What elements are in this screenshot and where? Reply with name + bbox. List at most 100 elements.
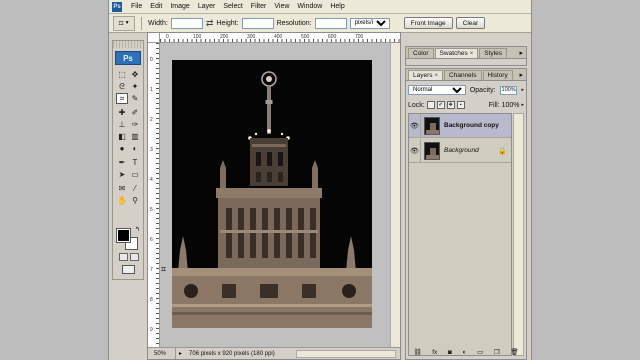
horizontal-scrollbar[interactable] — [296, 349, 396, 358]
crop-tool-icon[interactable]: ⌗ — [116, 93, 128, 104]
menu-filter[interactable]: Filter — [248, 3, 270, 10]
zoom-tool-icon[interactable]: ⚲ — [129, 195, 141, 206]
visibility-eye-icon[interactable]: 👁 — [409, 114, 421, 137]
opacity-slider-icon[interactable]: ▸ — [521, 87, 524, 93]
tab-label: Swatches — [439, 50, 468, 57]
hand-tool-icon[interactable]: ✋ — [116, 195, 128, 206]
foreground-color-swatch[interactable] — [116, 228, 131, 243]
dodge-tool-icon[interactable]: ◐ — [129, 143, 141, 154]
front-image-button[interactable]: Front Image — [403, 17, 453, 29]
layer-row[interactable]: 👁 Background copy — [409, 114, 511, 138]
divider — [141, 16, 142, 30]
light — [267, 129, 271, 133]
tab-layers[interactable]: Layers × — [408, 70, 444, 80]
blur-tool-icon[interactable]: ● — [116, 143, 128, 154]
tab-swatches[interactable]: Swatches × — [434, 48, 479, 58]
fill-field[interactable]: 100% — [502, 102, 520, 109]
panel-menu-icon[interactable]: ▸ — [519, 49, 523, 57]
image-canvas[interactable] — [172, 60, 372, 328]
close-icon[interactable]: × — [435, 73, 439, 79]
spire — [267, 86, 271, 134]
lasso-tool-icon[interactable]: ᘓ — [116, 81, 128, 92]
healing-brush-tool-icon[interactable]: ✚ — [116, 107, 128, 118]
visibility-eye-icon[interactable]: 👁 — [409, 139, 421, 162]
menu-layer[interactable]: Layer — [195, 3, 219, 10]
brush-tool-icon[interactable]: ✐ — [129, 107, 141, 118]
layer-name[interactable]: Background — [444, 147, 479, 154]
resolution-unit-select[interactable]: pixels/inch — [349, 17, 390, 29]
type-tool-icon[interactable]: T — [129, 157, 141, 168]
shape-tool-icon[interactable]: ▭ — [129, 169, 141, 180]
zoom-level[interactable]: 50% — [148, 348, 176, 359]
color-swatches[interactable]: ↰ — [116, 226, 141, 251]
tab-color[interactable]: Color — [408, 48, 434, 58]
gradient-tool-icon[interactable]: ▥ — [129, 131, 141, 142]
clone-stamp-tool-icon[interactable]: ⊥ — [116, 119, 128, 130]
menu-image[interactable]: Image — [167, 3, 192, 10]
clear-button[interactable]: Clear — [455, 17, 486, 29]
window — [256, 172, 261, 182]
canvas-area[interactable]: ⌗ — [161, 44, 400, 347]
ps-logo[interactable]: Ps — [115, 51, 141, 65]
tool-preset-picker[interactable]: ⌗ ▼ — [113, 15, 135, 31]
eraser-tool-icon[interactable]: ◧ — [116, 131, 128, 142]
vertical-scrollbar[interactable] — [390, 43, 400, 349]
delete-layer-icon[interactable]: 🗑 — [510, 348, 518, 356]
layer-style-icon[interactable]: fx — [432, 349, 437, 356]
ruler-vertical[interactable]: 0 1 2 3 4 5 6 7 8 9 — [148, 43, 160, 349]
adjustment-layer-icon[interactable]: ◐ — [463, 349, 467, 356]
toolbox-grip[interactable] — [113, 41, 143, 48]
screen-mode-icon[interactable] — [122, 265, 135, 274]
close-icon[interactable]: × — [470, 51, 474, 57]
blend-mode-select[interactable]: Normal — [408, 85, 466, 95]
new-layer-icon[interactable]: ❐ — [494, 348, 500, 356]
menu-file[interactable]: File — [128, 3, 145, 10]
ruler-horizontal[interactable]: 0 100 200 300 400 500 600 700 — [160, 33, 400, 43]
resolution-field[interactable] — [314, 17, 347, 29]
ruler-origin[interactable] — [148, 33, 160, 43]
eyedropper-tool-icon[interactable]: ⁄ — [129, 183, 141, 194]
lock-transparency-icon[interactable] — [426, 101, 435, 109]
quick-mask-toggle[interactable] — [119, 253, 139, 261]
menu-edit[interactable]: Edit — [147, 3, 165, 10]
photoshop-window: Ps File Edit Image Layer Select Filter V… — [108, 0, 532, 360]
width-field[interactable] — [170, 17, 203, 29]
cornice — [252, 144, 286, 147]
layer-name[interactable]: Background copy — [444, 122, 499, 129]
swap-icon[interactable]: ⇄ — [206, 18, 214, 29]
slice-tool-icon[interactable]: ✎ — [129, 93, 141, 104]
menu-window[interactable]: Window — [294, 3, 325, 10]
tab-channels[interactable]: Channels — [444, 70, 482, 80]
layer-row[interactable]: 👁 Background 🔒 — [409, 139, 511, 163]
quick-mask-mode-icon[interactable] — [130, 253, 139, 261]
lock-position-icon[interactable]: ✥ — [446, 101, 455, 109]
status-menu-icon[interactable]: ▸ — [176, 350, 185, 357]
menu-select[interactable]: Select — [220, 3, 245, 10]
lock-pixels-icon[interactable]: ✐ — [436, 101, 445, 109]
history-brush-tool-icon[interactable]: ✑ — [129, 119, 141, 130]
lock-all-icon[interactable]: ▪ — [456, 101, 465, 109]
notes-tool-icon[interactable]: ✉ — [116, 183, 128, 194]
swap-colors-icon[interactable]: ↰ — [135, 226, 140, 233]
menu-help[interactable]: Help — [327, 3, 347, 10]
marquee-tool-icon[interactable]: ⬚ — [116, 69, 128, 80]
layer-mask-icon[interactable]: ◙ — [448, 349, 452, 356]
menu-view[interactable]: View — [271, 3, 292, 10]
panel-menu-icon[interactable]: ▸ — [519, 71, 523, 79]
opacity-field[interactable]: 100% — [499, 85, 518, 95]
pen-tool-icon[interactable]: ✒ — [116, 157, 128, 168]
standard-mode-icon[interactable] — [119, 253, 128, 261]
color-panel-group: Color Swatches × Styles ▸ — [405, 46, 527, 66]
ruler-marks — [156, 43, 159, 349]
move-tool-icon[interactable]: ✥ — [129, 69, 141, 80]
path-selection-tool-icon[interactable]: ➤ — [116, 169, 128, 180]
menu-bar: Ps File Edit Image Layer Select Filter V… — [109, 0, 531, 14]
fill-slider-icon[interactable]: ▸ — [521, 102, 524, 108]
height-field[interactable] — [241, 17, 274, 29]
layers-scrollbar[interactable] — [513, 113, 524, 356]
tab-history[interactable]: History — [482, 70, 513, 80]
tab-styles[interactable]: Styles — [479, 48, 507, 58]
magic-wand-tool-icon[interactable]: ✦ — [129, 81, 141, 92]
new-group-icon[interactable]: ▭ — [477, 348, 483, 356]
link-layers-icon[interactable]: ⛓ — [413, 348, 421, 356]
